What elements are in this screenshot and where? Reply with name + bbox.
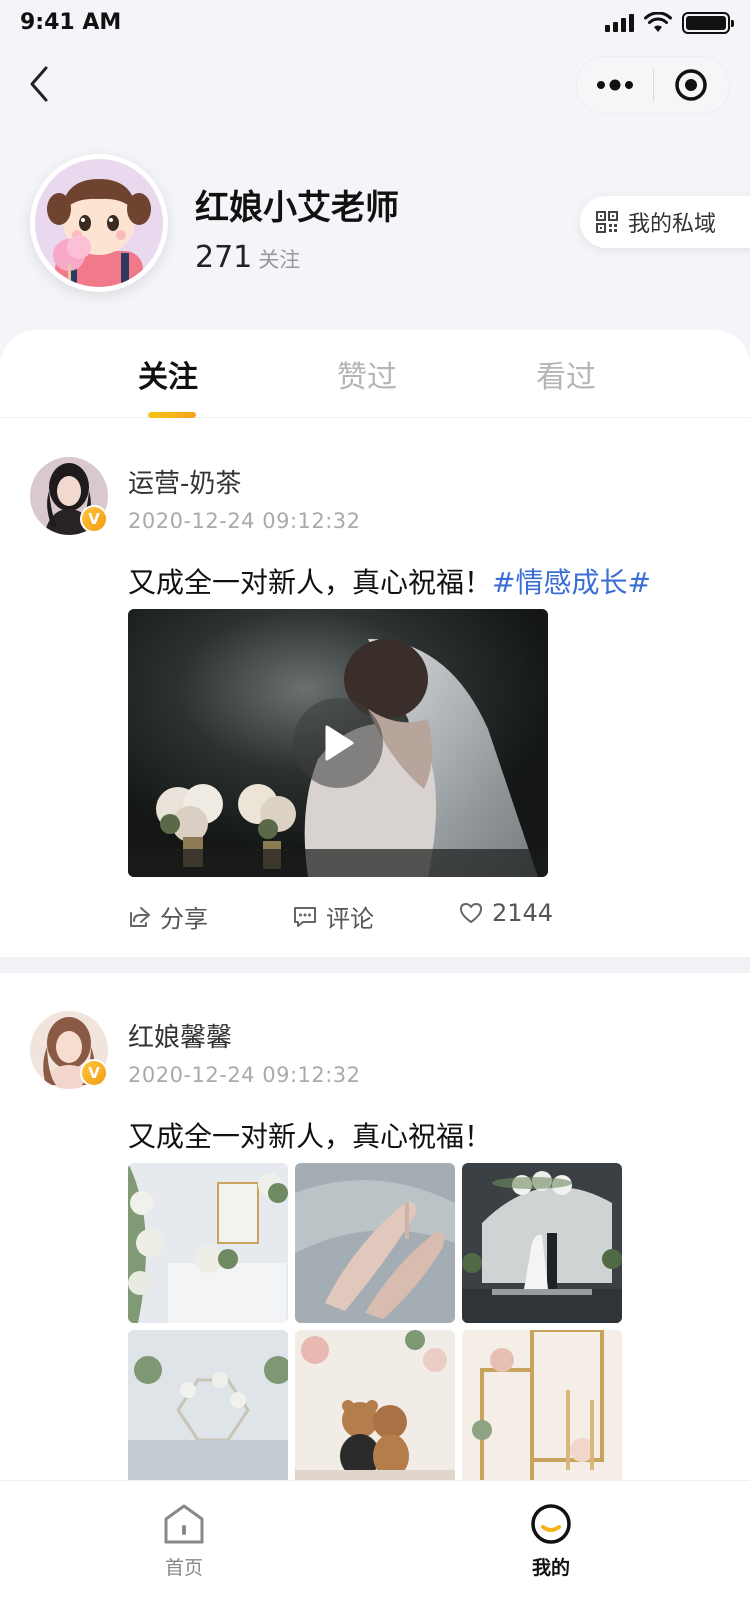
tab-following[interactable]: 关注 (98, 352, 238, 396)
content-card: 关注 赞过 看过 V 运营-奶茶 2020-12-24 09:12:32 又成全… (0, 330, 750, 1600)
mini-program-capsule (576, 56, 730, 114)
tab-viewed[interactable]: 看过 (496, 352, 636, 396)
play-icon (325, 725, 354, 761)
close-mini-program-button[interactable] (654, 57, 730, 113)
post-text: 又成全一对新人，真心祝福！ (128, 1120, 493, 1153)
follow-stats[interactable]: 271 关注 (195, 240, 300, 275)
back-button[interactable] (22, 64, 62, 104)
signal-icon (605, 14, 634, 32)
share-icon (130, 906, 150, 927)
heart-icon (460, 903, 482, 923)
profile-name: 红娘小艾老师 (195, 188, 399, 228)
outdoor-arch-photo (128, 1330, 288, 1490)
share-button[interactable]: 分享 (128, 899, 208, 934)
wedding-couple-photo (462, 1163, 622, 1323)
like-count: 2144 (492, 899, 554, 927)
nav-home-label: 首页 (164, 1557, 203, 1579)
post-text: 又成全一对新人，真心祝福！#情感成长# (128, 561, 651, 601)
wifi-icon (644, 12, 672, 32)
nav-profile[interactable]: 我的 (491, 1503, 611, 1580)
private-domain-label: 我的私域 (628, 212, 717, 237)
battery-icon (682, 12, 734, 34)
tab-active-indicator (148, 412, 196, 418)
profile-avatar[interactable] (30, 154, 168, 292)
target-icon (675, 69, 707, 101)
status-time: 9:41 AM (20, 10, 122, 35)
like-button[interactable]: 2144 (458, 899, 553, 927)
comment-icon (294, 906, 316, 927)
grid-image[interactable] (462, 1163, 622, 1323)
post-video[interactable] (128, 609, 548, 877)
comment-label: 评论 (326, 905, 374, 933)
qr-code-icon (596, 211, 618, 233)
bottom-tab-bar: 首页 我的 (0, 1480, 750, 1600)
grid-image[interactable] (128, 1163, 288, 1323)
comment-button[interactable]: 评论 (292, 899, 374, 934)
post-time: 2020-12-24 09:12:32 (128, 509, 361, 533)
profile-icon (531, 1504, 571, 1544)
wedding-decor-photo (128, 1163, 288, 1323)
verified-badge: V (80, 1059, 108, 1087)
status-bar: 9:41 AM (0, 0, 750, 48)
verified-badge: V (80, 505, 108, 533)
tab-bar-top: 关注 赞过 看过 (0, 330, 750, 418)
nav-home[interactable]: 首页 (124, 1503, 244, 1580)
grid-image[interactable] (295, 1330, 455, 1490)
home-icon (164, 1504, 204, 1544)
more-button[interactable] (577, 57, 653, 113)
status-icons (605, 12, 734, 34)
post-author[interactable]: 红娘馨馨 (128, 1017, 232, 1054)
tab-liked[interactable]: 赞过 (297, 352, 437, 396)
follow-count: 271 (195, 240, 253, 275)
post-author[interactable]: 运营-奶茶 (128, 463, 241, 500)
grid-image[interactable] (128, 1330, 288, 1490)
post-text-body: 又成全一对新人，真心祝福！ (128, 566, 493, 599)
private-domain-button[interactable]: 我的私域 (580, 196, 750, 248)
post-time: 2020-12-24 09:12:32 (128, 1063, 361, 1087)
grid-image[interactable] (295, 1163, 455, 1323)
bridal-shoes-photo (295, 1163, 455, 1323)
chevron-left-icon (30, 66, 48, 102)
cartoon-avatar-image (35, 159, 163, 287)
follow-label: 关注 (258, 248, 301, 272)
post-hashtag[interactable]: #情感成长# (492, 566, 651, 599)
teddy-bears-photo (295, 1330, 455, 1490)
nav-profile-label: 我的 (531, 1557, 570, 1579)
post-actions: 分享 评论 2144 (128, 899, 688, 939)
play-button[interactable] (293, 698, 383, 788)
gold-frame-decor-photo (462, 1330, 622, 1490)
more-dots-icon (596, 79, 633, 91)
grid-image[interactable] (462, 1330, 622, 1490)
post-separator (0, 957, 750, 973)
share-label: 分享 (160, 905, 208, 933)
